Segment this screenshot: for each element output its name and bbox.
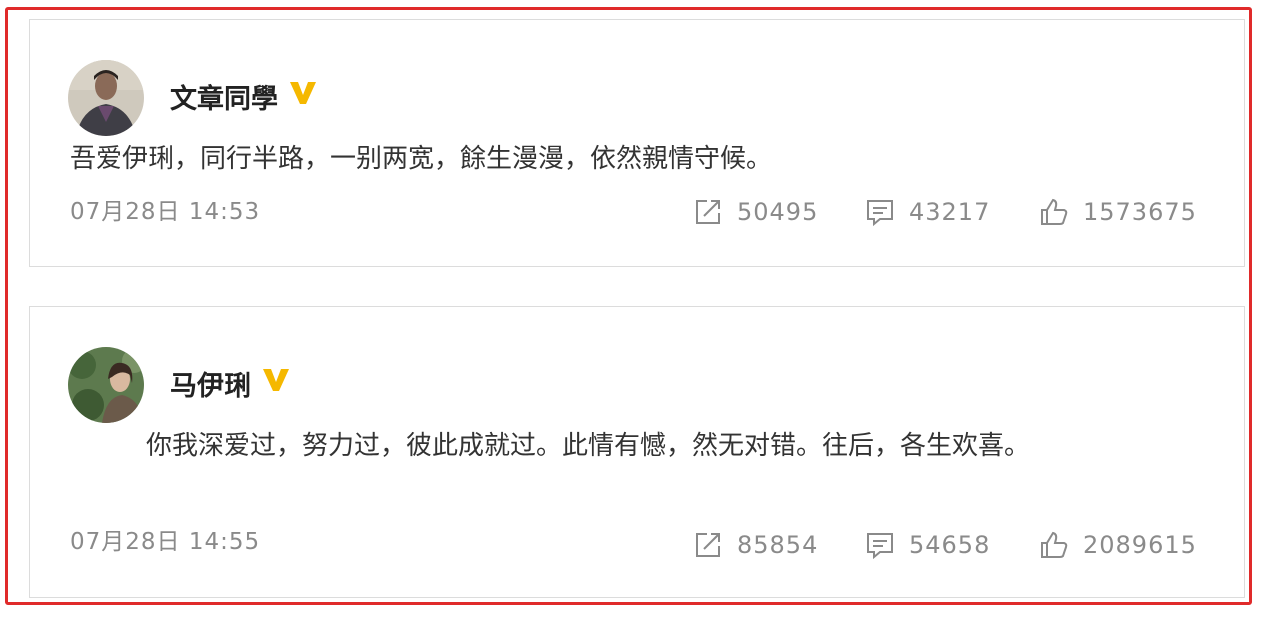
repost-button[interactable]: 85854: [693, 527, 818, 563]
repost-count: 85854: [737, 531, 819, 559]
post-text: 吾爱伊琍，同行半路，一别两宽，餘生漫漫，依然親情守候。: [70, 144, 773, 174]
comment-icon: [867, 533, 893, 560]
post-card: 马伊琍 你我深爱过，努力过，彼此成就过。此情有憾，然无对错。往后，各生欢喜。 0…: [29, 306, 1245, 598]
avatar[interactable]: [68, 347, 144, 423]
like-count: 2089615: [1083, 531, 1197, 559]
repost-count: 50495: [737, 198, 819, 226]
post-card: 文章同學 吾爱伊琍，同行半路，一别两宽，餘生漫漫，依然親情守候。 07月28日 …: [29, 19, 1245, 267]
like-button[interactable]: 1573675: [1039, 194, 1197, 230]
thumbs-up-icon: [1041, 531, 1068, 558]
like-count: 1573675: [1083, 198, 1197, 226]
verified-v-icon: [290, 82, 316, 104]
repost-button[interactable]: 50495: [693, 194, 818, 230]
verified-v-icon: [263, 369, 289, 391]
like-button[interactable]: 2089615: [1039, 527, 1197, 563]
comment-count: 54658: [909, 531, 991, 559]
username[interactable]: 文章同學: [170, 80, 318, 118]
thumbs-up-icon: [1041, 198, 1068, 225]
username[interactable]: 马伊琍: [170, 367, 291, 405]
comment-icon: [867, 200, 893, 227]
share-icon: [696, 533, 720, 557]
comment-button[interactable]: 43217: [865, 194, 990, 230]
share-icon: [696, 200, 720, 224]
comment-count: 43217: [909, 198, 991, 226]
post-text: 你我深爱过，努力过，彼此成就过。此情有憾，然无对错。往后，各生欢喜。: [146, 431, 1031, 461]
username-text[interactable]: 文章同學: [170, 84, 278, 115]
post-actions: 50495 43217 1573675: [30, 194, 1244, 230]
comment-button[interactable]: 54658: [865, 527, 990, 563]
username-text[interactable]: 马伊琍: [170, 371, 251, 402]
avatar[interactable]: [68, 60, 144, 136]
post-actions: 85854 54658 2089615: [30, 527, 1244, 563]
